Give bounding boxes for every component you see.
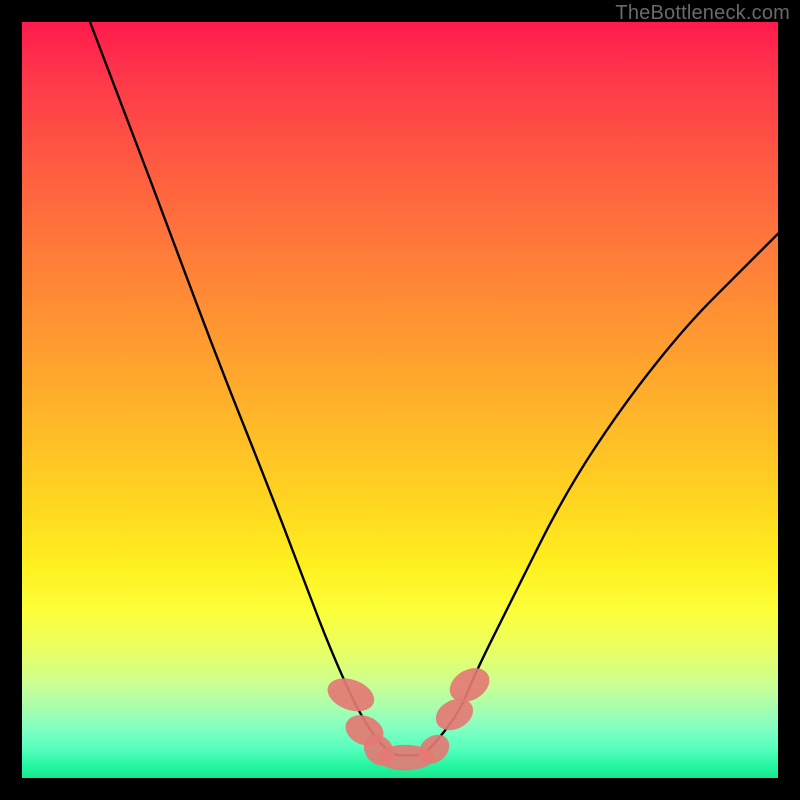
attribution-label: TheBottleneck.com [615, 2, 790, 25]
plot-area [22, 22, 778, 778]
bottleneck-curve [90, 22, 778, 755]
chart-frame: TheBottleneck.com [0, 0, 800, 800]
curve-layer [22, 22, 778, 778]
curve-marker [323, 672, 379, 717]
